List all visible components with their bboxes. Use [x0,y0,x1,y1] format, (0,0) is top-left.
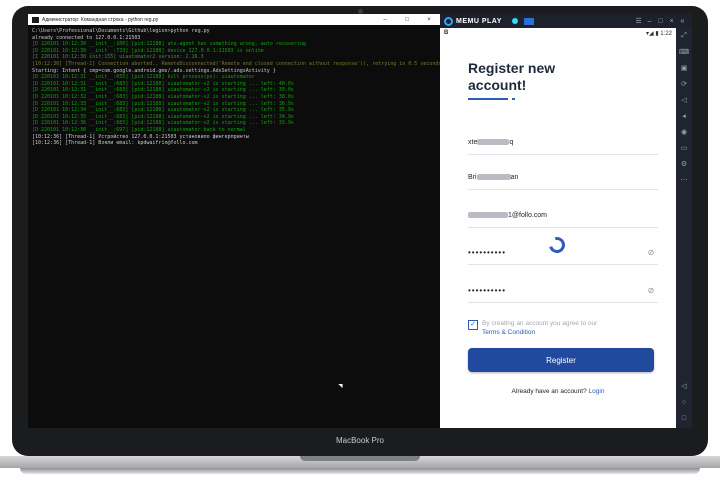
login-prompt: Already have an account? Login [440,388,676,395]
status-right: ▾◢ ▮ 1:22 [646,30,672,37]
terminal-line: already connected to 127.0.0.1:21503 [32,34,141,41]
home-icon[interactable]: ○ [676,394,692,410]
android-status-bar: B ▾◢ ▮ 1:22 [440,28,676,38]
title-line-2: account! [468,77,527,93]
login-link[interactable]: Login [589,388,605,395]
terminal-line: [D 220101 10:12:33 __init__:683] [pid:12… [32,100,294,107]
email-field[interactable]: 1@follo.com [468,203,658,228]
memu-menu-button[interactable]: ☰ [633,17,644,25]
confirm-password-value: •••••••••• [468,285,507,295]
terms-link[interactable]: Terms & Condition [482,328,597,337]
keyboard-icon[interactable]: ⌨ [676,44,692,60]
laptop-base-notch [300,456,420,461]
memu-sidebar: ⤢ ⌨ ▣ ⟳ ◁ ◂ ◉ ▭ ⚙ ⋯ ◁ ○ □ [676,28,692,428]
settings-icon[interactable]: ⚙ [676,156,692,172]
terminal-title: Администратор: Командная строка - python… [42,16,159,23]
terms-text: By creating an account you agree to our … [482,319,597,337]
location-icon[interactable]: ◉ [676,124,692,140]
terminal-line: [10:12:36] [Thread-1] Устройство 127.0.0… [32,133,249,140]
memu-instance-tab[interactable] [523,17,534,25]
terminal-line: [D 220101 10:12:31 __init__:683] [pid:12… [32,80,294,87]
terminal-line: [10:12:36] [Thread-1] Взяли email: kpdwa… [32,140,198,147]
android-screen: B ▾◢ ▮ 1:22 Register new account! xte q B… [440,28,676,428]
laptop-screen: Администратор: Командная строка - python… [28,14,692,428]
confirm-password-field[interactable]: •••••••••• ⊘ [468,278,658,303]
close-button[interactable]: × [418,17,440,23]
status-left: B [444,30,449,36]
rotate-icon[interactable]: ⟳ [676,76,692,92]
last-name-field[interactable]: Bri an [468,165,658,190]
recents-icon[interactable]: □ [676,410,692,426]
terminal-line: [D 220101 10:12:36 __init__:683] [pid:12… [32,120,294,127]
back-icon[interactable]: ◁ [676,378,692,394]
terminal-line: [D 220101 10:12:35 __init__:683] [pid:12… [32,113,294,120]
more-icon[interactable]: ⋯ [676,172,692,188]
memu-logo-icon [444,16,453,26]
last-name-prefix: Bri [468,173,477,181]
terminal-line: [D 220101 10:12:31 __init__:655] [pid:12… [32,74,255,81]
memu-status-icon [511,18,518,24]
memu-close-button[interactable]: × [666,18,677,25]
volume-up-icon[interactable]: ◁ [676,92,692,108]
redaction-blur [476,173,511,180]
expand-icon[interactable]: ⤢ [676,28,692,44]
terminal-line: [D 220101 10:12:30 __init__:100] [pid:12… [32,41,306,48]
terminal-line: [10:12:30] [Thread-1] Connection aborted… [32,60,442,67]
minimize-button[interactable]: – [374,17,396,23]
terminal-line: [D 220101 10:12:30 __init__:733] [pid:12… [32,47,264,54]
terminal-window: Администратор: Командная строка - python… [28,14,442,428]
terminal-titlebar: Администратор: Командная строка - python… [28,14,440,25]
eye-off-icon[interactable]: ⊘ [644,248,658,257]
terminal-line: Starting: Intent { cmp=com.google.androi… [32,67,276,74]
volume-down-icon[interactable]: ◂ [676,108,692,124]
memu-collapse-button[interactable]: « [677,18,688,25]
register-button[interactable]: Register [468,348,654,372]
memu-emulator-window: MEMU PLAY ☰ – □ × « B ▾◢ ▮ 1:22 Register… [440,14,692,428]
redaction-blur [468,211,508,218]
eye-off-icon[interactable]: ⊘ [644,286,658,295]
terminal-line: [D 220101 10:12:36 __init__:697] [pid:12… [32,126,246,133]
memu-maximize-button[interactable]: □ [655,18,666,25]
terminal-line: [D 220101 10:12:31 __init__:683] [pid:12… [32,87,294,94]
title-underline-dot [512,98,515,100]
folder-icon[interactable]: ▭ [676,140,692,156]
terminal-line: [D 220101 10:12:34 __init__:683] [pid:12… [32,107,294,114]
memu-toolbar: MEMU PLAY ☰ – □ × « [440,14,692,28]
title-underline [468,98,508,100]
last-name-suffix: an [510,173,519,181]
page-title: Register new account! [468,60,555,94]
terms-label: By creating an account you agree to our [482,320,598,327]
terminal-output[interactable]: C:\Users\Professional\Documents\Github\l… [28,25,442,150]
terms-checkbox[interactable]: ✓ [468,320,478,330]
laptop-brand-label: MacBook Pro [335,436,385,445]
first-name-field[interactable]: xte q [468,130,658,155]
laptop-base-shadow [20,468,700,474]
redaction-blur [477,138,510,145]
memu-minimize-button[interactable]: – [644,18,655,25]
email-suffix: 1@follo.com [508,211,548,219]
memu-app-name: MEMU PLAY [456,17,502,25]
terminal-line: [I 220101 10:12:30 init:155] uiautomator… [32,54,204,61]
first-name-suffix: q [509,138,514,146]
terminal-line: [D 220101 10:12:32 __init__:683] [pid:12… [32,93,294,100]
title-line-1: Register new [468,60,556,76]
screenshot-icon[interactable]: ▣ [676,60,692,76]
cmd-icon [32,16,39,23]
first-name-prefix: xte [468,138,478,146]
have-account-text: Already have an account? [511,388,587,395]
terminal-line: C:\Users\Professional\Documents\Github\l… [32,28,210,34]
maximize-button[interactable]: □ [396,17,418,23]
